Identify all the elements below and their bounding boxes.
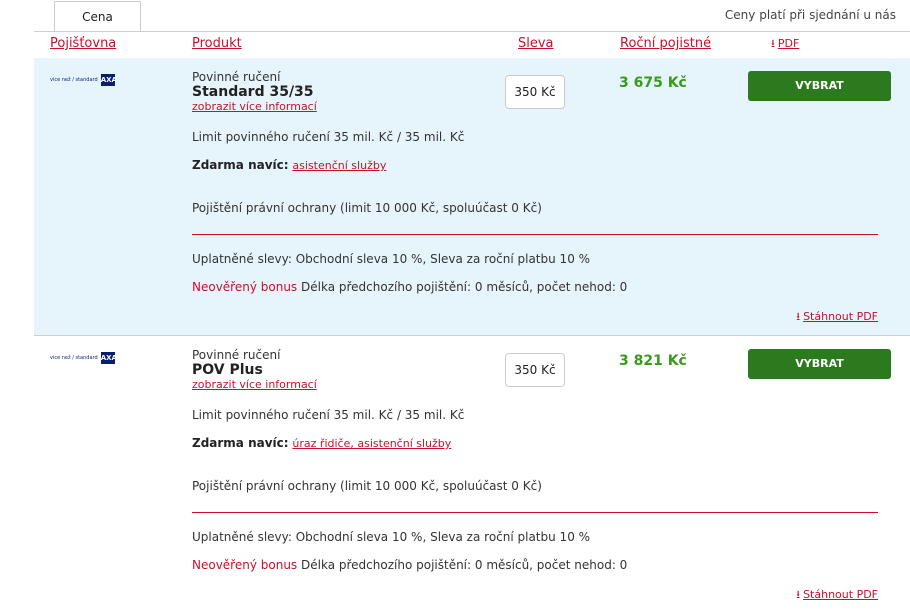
select-button[interactable]: VYBRAT <box>748 71 891 101</box>
insurer-logo-text: vice než / standard <box>50 355 98 361</box>
annual-price: 3 675 Kč <box>619 75 687 91</box>
select-button[interactable]: VYBRAT <box>748 349 891 379</box>
free-extras: Zdarma navíc: úraz řidiče, asistenční sl… <box>192 436 452 450</box>
product-name: Standard 35/35 <box>192 84 314 100</box>
bonus-info: Neověřený bonus Délka předchozího pojišt… <box>192 280 627 294</box>
download-icon: ⭳ <box>796 310 801 323</box>
more-info-link[interactable]: zobrazit více informací <box>192 100 317 113</box>
bonus-text: Délka předchozího pojištění: 0 měsíců, p… <box>301 558 628 572</box>
liability-limit: Limit povinného ručení 35 mil. Kč / 35 m… <box>192 130 465 144</box>
product-name: POV Plus <box>192 362 263 378</box>
download-pdf-label: Stáhnout PDF <box>803 310 878 323</box>
tab-price[interactable]: Cena <box>54 1 141 32</box>
bonus-label: Neověřený bonus <box>192 280 298 294</box>
legal-protection: Pojištění právní ochrany (limit 10 000 K… <box>192 201 542 215</box>
column-header-annual-premium[interactable]: Roční pojistné <box>620 36 711 51</box>
download-pdf-link[interactable]: ⭳ Stáhnout PDF <box>796 586 878 605</box>
insurer-logo: vice než / standard AXA <box>50 349 120 367</box>
bonus-text: Délka předchozího pojištění: 0 měsíců, p… <box>301 280 628 294</box>
insurer-logo-text: vice než / standard <box>50 77 98 83</box>
extra-link-assistance[interactable]: asistenční služby <box>292 159 386 172</box>
axa-logo-icon: AXA <box>100 74 117 86</box>
annual-price: 3 821 Kč <box>619 353 687 369</box>
extra-link-driver-injury[interactable]: úraz řidiče <box>292 437 350 450</box>
free-extras: Zdarma navíc: asistenční služby <box>192 158 387 172</box>
column-header-pdf-label: PDF <box>777 37 800 50</box>
bonus-label: Neověřený bonus <box>192 558 298 572</box>
column-header-insurer[interactable]: Pojišťovna <box>50 36 116 51</box>
more-info-link[interactable]: zobrazit více informací <box>192 378 317 391</box>
download-icon: ⭳ <box>771 37 775 50</box>
free-extras-label: Zdarma navíc <box>192 158 284 172</box>
applied-discounts: Uplatněné slevy: Obchodní sleva 10 %, Sl… <box>192 530 591 544</box>
liability-limit: Limit povinného ručení 35 mil. Kč / 35 m… <box>192 408 465 422</box>
header-divider <box>34 31 910 32</box>
section-divider <box>192 234 878 235</box>
section-divider <box>192 512 878 513</box>
bonus-info: Neověřený bonus Délka předchozího pojišt… <box>192 558 627 572</box>
product-type: Povinné ručení <box>192 70 281 84</box>
applied-discounts: Uplatněné slevy: Obchodní sleva 10 %, Sl… <box>192 252 591 266</box>
download-pdf-label: Stáhnout PDF <box>803 588 878 601</box>
insurer-logo: vice než / standard AXA <box>50 71 120 89</box>
download-icon: ⭳ <box>796 588 801 601</box>
extra-link-assistance[interactable]: asistenční služby <box>357 437 451 450</box>
column-header-pdf[interactable]: ⭳ PDF <box>771 35 799 54</box>
legal-protection: Pojištění právní ochrany (limit 10 000 K… <box>192 479 542 493</box>
offer-row: vice než / standard AXA Povinné ručení S… <box>34 58 910 335</box>
column-header-product[interactable]: Produkt <box>192 36 242 51</box>
column-header-discount[interactable]: Sleva <box>518 36 554 51</box>
axa-logo-icon: AXA <box>100 352 117 364</box>
discount-field[interactable]: 350 Kč <box>505 75 565 109</box>
price-note: Ceny platí při sjednání u nás <box>724 8 896 22</box>
download-pdf-link[interactable]: ⭳ Stáhnout PDF <box>796 308 878 327</box>
offer-row: vice než / standard AXA Povinné ručení P… <box>34 336 910 613</box>
discount-field[interactable]: 350 Kč <box>505 353 565 387</box>
free-extras-label: Zdarma navíc <box>192 436 284 450</box>
product-type: Povinné ručení <box>192 348 281 362</box>
